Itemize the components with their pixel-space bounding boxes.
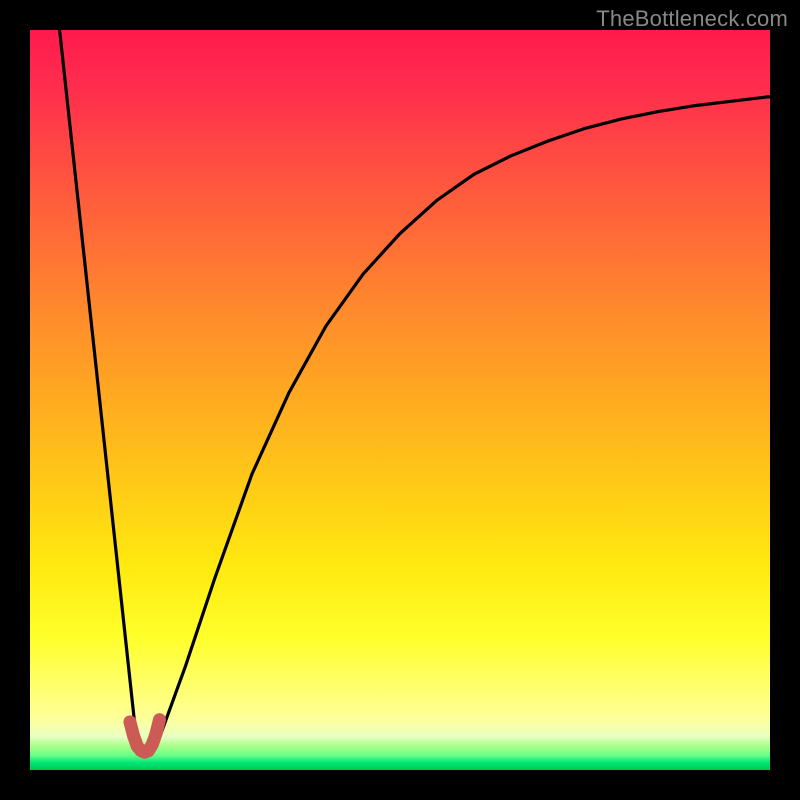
chart-frame: TheBottleneck.com [0, 0, 800, 800]
watermark-text: TheBottleneck.com [596, 6, 788, 32]
plot-area [30, 30, 770, 770]
chart-svg [30, 30, 770, 770]
left-falling-line [60, 30, 138, 748]
bottom-marker [130, 720, 160, 753]
right-rising-curve [156, 97, 770, 748]
